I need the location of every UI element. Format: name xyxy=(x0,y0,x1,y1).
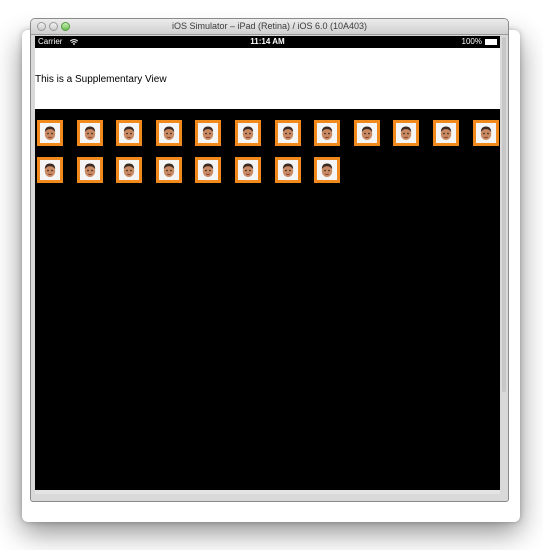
battery-icon xyxy=(485,39,497,45)
face-icon xyxy=(278,123,298,143)
status-time: 11:14 AM xyxy=(250,37,285,46)
collection-cell[interactable] xyxy=(275,157,301,183)
collection-cell[interactable] xyxy=(433,120,459,146)
collection-cell[interactable] xyxy=(195,157,221,183)
window-title: iOS Simulator – iPad (Retina) / iOS 6.0 … xyxy=(171,21,368,31)
collection-cell[interactable] xyxy=(473,120,499,146)
screenshot-stage: iOS Simulator – iPad (Retina) / iOS 6.0 … xyxy=(0,0,543,550)
face-icon xyxy=(159,160,179,180)
face-icon xyxy=(40,123,60,143)
collection-cell[interactable] xyxy=(195,120,221,146)
collection-cell[interactable] xyxy=(314,157,340,183)
face-icon xyxy=(80,160,100,180)
collection-cell[interactable] xyxy=(354,120,380,146)
face-icon xyxy=(119,123,139,143)
device-screen: Carrier 11:14 AM 100% This is a Suppleme… xyxy=(35,36,500,494)
supplementary-view-label: This is a Supplementary View xyxy=(35,74,167,85)
face-icon xyxy=(357,123,377,143)
face-icon xyxy=(119,160,139,180)
window-scrollbar[interactable] xyxy=(502,37,506,392)
face-icon xyxy=(198,123,218,143)
collection-cell[interactable] xyxy=(37,157,63,183)
collection-cell[interactable] xyxy=(77,157,103,183)
simulator-window: iOS Simulator – iPad (Retina) / iOS 6.0 … xyxy=(30,18,509,502)
face-icon xyxy=(80,123,100,143)
face-icon xyxy=(476,123,496,143)
collection-cell[interactable] xyxy=(235,157,261,183)
face-icon xyxy=(238,123,258,143)
collection-cell[interactable] xyxy=(37,120,63,146)
face-icon xyxy=(40,160,60,180)
collection-cell[interactable] xyxy=(116,157,142,183)
battery-percentage: 100% xyxy=(461,37,482,46)
collection-cell[interactable] xyxy=(275,120,301,146)
collection-cell[interactable] xyxy=(116,120,142,146)
face-icon xyxy=(317,160,337,180)
face-icon xyxy=(198,160,218,180)
supplementary-view: This is a Supplementary View xyxy=(35,48,500,109)
status-bar: Carrier 11:14 AM 100% xyxy=(35,36,500,48)
face-icon xyxy=(159,123,179,143)
face-icon xyxy=(396,123,416,143)
collection-cell[interactable] xyxy=(393,120,419,146)
screen-bottom-edge xyxy=(35,490,500,494)
face-icon xyxy=(436,123,456,143)
collection-cell[interactable] xyxy=(156,157,182,183)
collection-cell[interactable] xyxy=(314,120,340,146)
collection-cell[interactable] xyxy=(156,120,182,146)
collection-cell[interactable] xyxy=(235,120,261,146)
collection-cell[interactable] xyxy=(77,120,103,146)
title-bar[interactable]: iOS Simulator – iPad (Retina) / iOS 6.0 … xyxy=(31,19,508,35)
face-icon xyxy=(238,160,258,180)
face-icon xyxy=(317,123,337,143)
face-icon xyxy=(278,160,298,180)
